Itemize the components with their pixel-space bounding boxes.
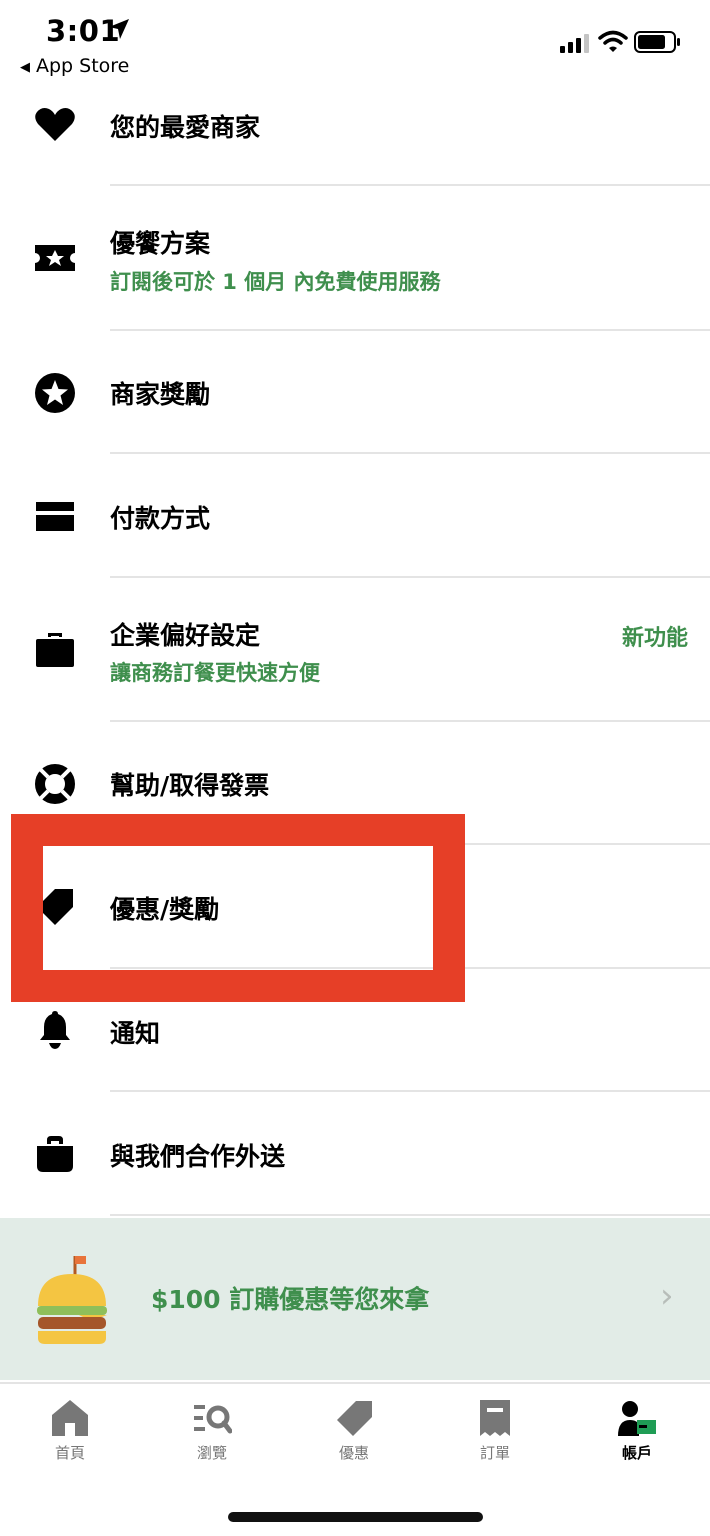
cellular-signal-icon: [560, 34, 589, 53]
home-icon: [52, 1400, 88, 1436]
menu-label: 付款方式: [110, 504, 211, 533]
promo-text: $100 訂購優惠等您來拿: [151, 1285, 430, 1314]
bag-icon: [33, 1132, 77, 1176]
menu-label: 商家獎勵: [110, 380, 211, 409]
star-icon: [33, 371, 77, 415]
menu-item-merchant-rewards[interactable]: 商家獎勵: [0, 331, 710, 452]
back-to-app-store[interactable]: ◀ App Store: [20, 55, 129, 77]
menu-item-notifications[interactable]: 通知: [0, 969, 710, 1090]
burger-icon: [37, 1256, 107, 1344]
menu-item-favorites[interactable]: 您的最愛商家: [0, 96, 710, 184]
back-triangle-icon: ◀: [20, 60, 30, 75]
ticket-icon: [33, 236, 77, 280]
tab-label: 帳戶: [621, 1444, 652, 1462]
lifebuoy-icon: [33, 762, 77, 806]
tab-label: 瀏覽: [196, 1444, 227, 1462]
menu-label: 與我們合作外送: [110, 1142, 286, 1171]
home-indicator: [228, 1512, 483, 1522]
menu-item-dining-plan[interactable]: 優饗方案 訂閱後可於 1 個月 內免費使用服務: [0, 186, 710, 329]
menu-label: 通知: [110, 1019, 161, 1048]
receipt-icon: [480, 1400, 510, 1436]
menu-label: 您的最愛商家: [110, 113, 261, 142]
wifi-icon: [598, 30, 628, 52]
offers-tag-icon: [337, 1401, 372, 1436]
tab-label: 首頁: [54, 1444, 85, 1462]
menu-label: 企業偏好設定: [110, 621, 261, 650]
location-arrow-icon: [109, 19, 129, 39]
tab-home[interactable]: 首頁: [25, 1394, 115, 1474]
tab-account[interactable]: 帳戶: [592, 1394, 682, 1474]
tab-orders[interactable]: 訂單: [450, 1394, 540, 1474]
heart-icon: [33, 103, 77, 147]
credit-card-icon: [33, 494, 77, 538]
battery-icon: [634, 31, 680, 53]
tab-label: 優惠: [338, 1444, 369, 1462]
menu-label: 優饗方案: [110, 229, 211, 258]
tab-label: 訂單: [479, 1444, 510, 1462]
briefcase-icon: [33, 628, 77, 672]
tab-browse[interactable]: 瀏覽: [167, 1394, 257, 1474]
status-bar: 3:01 ◀ App Store: [0, 0, 710, 90]
menu-subtitle: 讓商務訂餐更快速方便: [110, 661, 320, 685]
new-feature-badge: 新功能: [621, 626, 688, 651]
menu-item-payment-methods[interactable]: 付款方式: [0, 454, 710, 576]
menu-label: 幫助/取得發票: [110, 771, 270, 800]
promo-banner[interactable]: $100 訂購優惠等您來拿 ›: [0, 1218, 710, 1380]
tab-offers[interactable]: 優惠: [309, 1394, 399, 1474]
bell-icon: [33, 1008, 77, 1052]
account-icon: [618, 1401, 656, 1436]
menu-subtitle: 訂閱後可於 1 個月 內免費使用服務: [110, 270, 441, 294]
back-app-label: App Store: [36, 55, 130, 77]
menu-item-business-preferences[interactable]: 企業偏好設定 讓商務訂餐更快速方便 新功能: [0, 578, 710, 720]
browse-icon: [194, 1405, 232, 1434]
menu-item-delivery-partner[interactable]: 與我們合作外送: [0, 1092, 710, 1214]
chevron-right-icon: ›: [660, 1276, 674, 1316]
divider: [110, 1214, 710, 1216]
